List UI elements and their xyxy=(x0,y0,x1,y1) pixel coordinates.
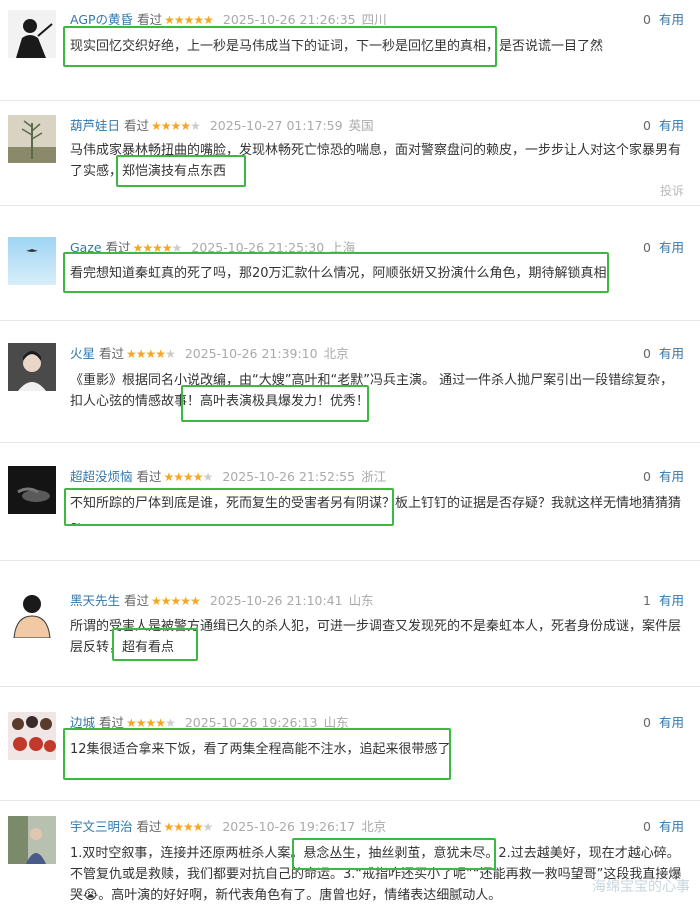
vote-count: 0 xyxy=(643,469,651,484)
useful-button[interactable]: 有用 xyxy=(659,12,684,27)
vote-count: 0 xyxy=(643,715,651,730)
comment-text: 所谓的受害人是被警方通缉已久的杀人犯，可进一步调查又发现死的不是秦虹本人，死者身… xyxy=(70,619,682,655)
watched-label: 看过 xyxy=(124,593,150,608)
username-link[interactable]: 火星 xyxy=(70,346,95,361)
useful-button[interactable]: 有用 xyxy=(659,118,684,133)
avatar[interactable] xyxy=(8,343,56,391)
rating-stars: ★★★★★ xyxy=(151,594,201,608)
watched-label: 看过 xyxy=(99,715,125,730)
comment-text: 马伟成家暴林畅扭曲的嘴脸，发现林畅死亡惊恐的喘息，面对警察盘问的赖皮，一步步让人… xyxy=(70,143,682,179)
comment-meta: Gaze 看过 ★★★★★ 2025-10-26 21:25:30 上海 xyxy=(70,240,355,256)
comment-text: 不知所踪的尸体到底是谁，死而复生的受害者另有阴谋？板上钉钉的证据是否存疑？我就这… xyxy=(70,496,682,532)
vote-count: 0 xyxy=(643,118,651,133)
username-link[interactable]: 边城 xyxy=(70,715,95,730)
comment-time: 2025-10-27 01:17:59 xyxy=(209,118,343,133)
comment-meta: 边城 看过 ★★★★★ 2025-10-26 19:26:13 山东 xyxy=(70,715,349,731)
comment-location: 山东 xyxy=(348,593,374,608)
divider xyxy=(0,442,700,443)
rating-stars: ★★★★★ xyxy=(163,820,214,834)
vote-count: 0 xyxy=(643,819,651,834)
vote-area: 0 有用 xyxy=(643,346,684,362)
vote-area: 1 有用 xyxy=(643,593,684,609)
vote-count: 0 xyxy=(643,240,651,255)
vote-area: 0 有用 xyxy=(643,715,684,731)
comment-text: 看完想知道秦虹真的死了吗，那20万汇款什么情况，阿顺张妍又扮演什么角色，期待解锁… xyxy=(70,266,607,281)
divider xyxy=(0,100,700,101)
vote-count: 0 xyxy=(643,12,651,27)
avatar[interactable] xyxy=(8,590,56,638)
rating-stars: ★★★★★ xyxy=(151,119,201,133)
username-link[interactable]: 葫芦娃日 xyxy=(70,118,120,133)
vote-area: 0 有用 xyxy=(643,118,684,134)
useful-button[interactable]: 有用 xyxy=(659,469,684,484)
watched-label: 看过 xyxy=(136,469,162,484)
watched-label: 看过 xyxy=(105,240,131,255)
comment-location: 北京 xyxy=(361,819,387,834)
comment-time: 2025-10-26 21:25:30 xyxy=(191,240,325,255)
avatar[interactable] xyxy=(8,712,56,760)
useful-button[interactable]: 有用 xyxy=(659,240,684,255)
watched-label: 看过 xyxy=(124,118,150,133)
comment-time: 2025-10-26 21:26:35 xyxy=(222,12,356,27)
rating-stars: ★★★★★ xyxy=(163,470,214,484)
comment-time: 2025-10-26 21:39:10 xyxy=(184,346,318,361)
comment-location: 浙江 xyxy=(361,469,387,484)
useful-button[interactable]: 有用 xyxy=(659,346,684,361)
rating-stars: ★★★★★ xyxy=(164,13,214,27)
comment-text: 《重影》根据同名小说改编，由“大嫂”高叶和“老默”冯兵主演。 通过一件杀人抛尸案… xyxy=(70,373,674,409)
username-link[interactable]: Gaze xyxy=(70,240,102,255)
comment-time: 2025-10-26 19:26:17 xyxy=(222,819,356,834)
comment-meta: 超超没烦恼 看过 ★★★★★ 2025-10-26 21:52:55 浙江 xyxy=(70,469,386,485)
username-link[interactable]: 宇文三明治 xyxy=(70,819,133,834)
divider xyxy=(0,320,700,321)
comment-location: 上海 xyxy=(330,240,356,255)
report-link[interactable]: 投诉 xyxy=(660,182,684,199)
watched-label: 看过 xyxy=(137,12,163,27)
rating-stars: ★★★★★ xyxy=(132,241,183,255)
comment-time: 2025-10-26 21:10:41 xyxy=(209,593,343,608)
comment-text: 12集很适合拿来下饭，看了两集全程高能不注水，追起来很带感了 xyxy=(70,742,451,757)
vote-count: 0 xyxy=(643,346,651,361)
comment-meta: AGPの黄昏 看过 ★★★★★ 2025-10-26 21:26:35 四川 xyxy=(70,12,387,28)
username-link[interactable]: 黑天先生 xyxy=(70,593,120,608)
rating-stars: ★★★★★ xyxy=(126,347,176,361)
comment-location: 四川 xyxy=(361,12,387,27)
avatar[interactable] xyxy=(8,466,56,514)
vote-area: 0 有用 xyxy=(643,12,684,28)
comment-location: 山东 xyxy=(323,715,349,730)
avatar[interactable] xyxy=(8,10,56,58)
comment-meta: 黑天先生 看过 ★★★★★ 2025-10-26 21:10:41 山东 xyxy=(70,593,374,609)
rating-stars: ★★★★★ xyxy=(126,716,176,730)
avatar[interactable] xyxy=(8,115,56,163)
divider xyxy=(0,560,700,561)
useful-button[interactable]: 有用 xyxy=(659,593,684,608)
watched-label: 看过 xyxy=(136,819,162,834)
useful-button[interactable]: 有用 xyxy=(659,819,684,834)
comment-meta: 火星 看过 ★★★★★ 2025-10-26 21:39:10 北京 xyxy=(70,346,349,362)
divider xyxy=(0,686,700,687)
username-link[interactable]: 超超没烦恼 xyxy=(70,469,133,484)
watermark: 海绵宝宝的心事 xyxy=(592,878,690,894)
avatar[interactable] xyxy=(8,816,56,864)
avatar[interactable] xyxy=(8,237,56,285)
vote-area: 0 有用 xyxy=(643,469,684,485)
comment-text: 1.双时空叙事，连接并还原两桩杀人案。悬念丛生，抽丝剥茧，意犹未尽。2.过去越美… xyxy=(70,846,682,903)
vote-count: 1 xyxy=(643,593,651,608)
vote-area: 0 有用 xyxy=(643,819,684,835)
comment-text: 现实回忆交织好绝，上一秒是马伟成当下的证词，下一秒是回忆里的真相，是否说谎一目了… xyxy=(70,39,604,54)
comment-location: 英国 xyxy=(348,118,374,133)
useful-button[interactable]: 有用 xyxy=(659,715,684,730)
comment-meta: 葫芦娃日 看过 ★★★★★ 2025-10-27 01:17:59 英国 xyxy=(70,118,374,134)
comment-time: 2025-10-26 21:52:55 xyxy=(222,469,356,484)
vote-area: 0 有用 xyxy=(643,240,684,256)
comment-time: 2025-10-26 19:26:13 xyxy=(184,715,318,730)
comment-location: 北京 xyxy=(323,346,349,361)
comment-meta: 宇文三明治 看过 ★★★★★ 2025-10-26 19:26:17 北京 xyxy=(70,819,386,835)
divider xyxy=(0,800,700,801)
username-link[interactable]: AGPの黄昏 xyxy=(70,12,133,27)
divider xyxy=(0,205,700,206)
watched-label: 看过 xyxy=(99,346,125,361)
